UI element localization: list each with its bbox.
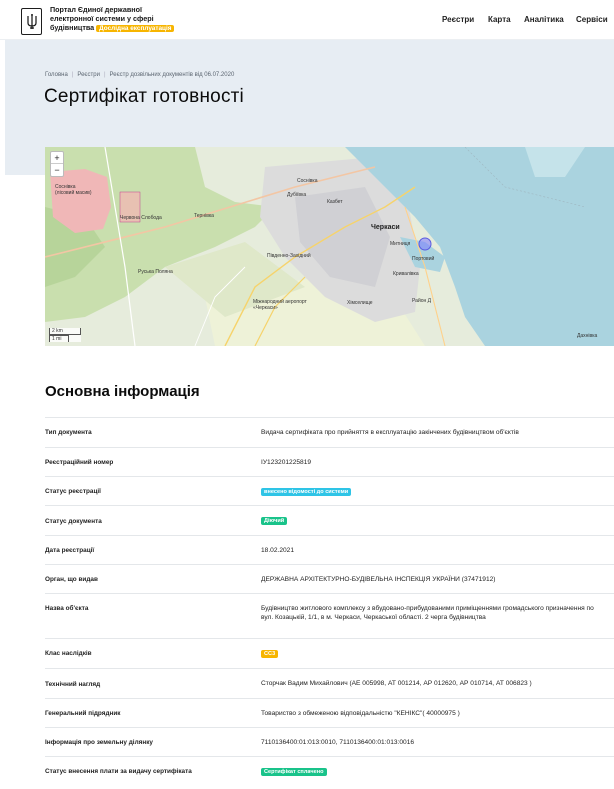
map-label: Червона Слобода <box>120 215 162 221</box>
nav-services[interactable]: Сервіси <box>576 15 608 24</box>
map-label: Казбет <box>327 199 343 205</box>
map-label: Руська Поляна <box>138 269 173 275</box>
section-title: Основна інформація <box>45 383 200 400</box>
breadcrumb-permit-registry[interactable]: Реєстр дозвільних документів від 06.07.2… <box>110 72 235 78</box>
logo-line-3: будівництва <box>50 22 95 32</box>
row-label: Клас наслідків <box>45 650 92 657</box>
status-badge: внесено відомості до системи <box>261 488 352 496</box>
nav-registries[interactable]: Реєстри <box>442 15 474 24</box>
scale-km: 2 km <box>49 328 81 335</box>
row-label: Назва об'єкта <box>45 605 89 612</box>
row-value: Сертифікат сплачено <box>261 767 601 776</box>
breadcrumb-home[interactable]: Головна <box>45 72 68 78</box>
map-label: Портовий <box>412 256 435 262</box>
info-row-reg-number: Реєстраційний номер ІУ123201225819 <box>45 447 614 476</box>
row-value: ДЕРЖАВНА АРХІТЕКТУРНО-БУДІВЕЛЬНА ІНСПЕКЦ… <box>261 576 496 583</box>
info-row-reg-status: Статус реєстрації внесено відомості до с… <box>45 476 614 505</box>
map-tiles <box>45 147 614 346</box>
zoom-in-button[interactable]: + <box>51 152 63 164</box>
portal-name[interactable]: Портал Єдиної державної електронної сист… <box>50 5 190 33</box>
row-label: Статус документа <box>45 518 102 525</box>
map-scale: 2 km 1 mi <box>49 328 81 342</box>
row-label: Тип документа <box>45 429 92 436</box>
info-row-document-type: Тип документа Видача сертифіката про при… <box>45 417 614 447</box>
map-label: Дахнівка <box>577 333 598 339</box>
row-label: Дата реєстрації <box>45 547 95 554</box>
map-label: Кривалівка <box>393 271 419 277</box>
zoom-out-button[interactable]: − <box>51 164 63 176</box>
map-label: Хімселище <box>347 300 373 306</box>
map-label: Район Д <box>412 298 432 304</box>
site-header: Портал Єдиної державної електронної сист… <box>0 0 614 40</box>
map-zoom-control: + − <box>50 151 64 177</box>
row-label: Статус внесення плати за видачу сертифік… <box>45 768 192 775</box>
info-row-consequence-class: Клас наслідків СС3 <box>45 638 614 668</box>
row-label: Орган, що видав <box>45 576 98 583</box>
map-label: Соснівка (лісовий масив) <box>55 184 92 196</box>
row-value: СС3 <box>261 649 601 658</box>
map-label: Тернівка <box>194 213 214 219</box>
scale-mi: 1 mi <box>49 335 69 342</box>
row-label: Інформація про земельну ділянку <box>45 739 153 746</box>
info-row-doc-status: Статус документа Діючий <box>45 505 614 535</box>
row-value: Видача сертифіката про прийняття в експл… <box>261 429 519 436</box>
info-row-tech-supervision: Технічний нагляд Сторчак Вадим Михайлови… <box>45 668 614 698</box>
info-row-reg-date: Дата реєстрації 18.02.2021 <box>45 535 614 564</box>
breadcrumb-registries[interactable]: Реєстри <box>77 72 100 78</box>
row-value: Будівництво житлового комплексу з вбудов… <box>261 605 594 621</box>
class-badge: СС3 <box>261 650 279 658</box>
row-value: Товариство з обмеженою відповідальністю … <box>261 710 460 717</box>
map-label: Митниця <box>390 241 411 247</box>
info-row-general-contractor: Генеральний підрядник Товариство з обмеж… <box>45 698 614 727</box>
status-badge: Сертифікат сплачено <box>261 768 327 776</box>
info-row-land-plot: Інформація про земельну ділянку 71101364… <box>45 727 614 756</box>
nav-map[interactable]: Карта <box>488 15 511 24</box>
row-label: Статус реєстрації <box>45 488 101 495</box>
info-row-object-name: Назва об'єкта Будівництво житлового комп… <box>45 593 614 638</box>
row-value: внесено відомості до системи <box>261 487 601 496</box>
row-value: Сторчак Вадим Михайлович (АЕ 005998, АТ … <box>261 680 532 687</box>
row-label: Генеральний підрядник <box>45 710 121 717</box>
status-badge: Діючий <box>261 517 288 525</box>
nav-analytics[interactable]: Аналітика <box>524 15 564 24</box>
map-label-city: Черкаси <box>371 224 400 231</box>
map-label: Соснівка <box>297 178 318 184</box>
trident-logo-icon[interactable] <box>21 8 42 35</box>
page-title: Сертифікат готовності <box>44 86 244 107</box>
info-row-issuer: Орган, що видав ДЕРЖАВНА АРХІТЕКТУРНО-БУ… <box>45 564 614 593</box>
map-label: Міжнародний аеропорт «Черкаси» <box>253 299 307 311</box>
beta-badge: Дослідна експлуатація <box>96 24 175 32</box>
row-value: Діючий <box>261 516 601 525</box>
row-value: 7110136400:01:013:0010, 7110136400:01:01… <box>261 739 415 746</box>
map-label: Південно-Західний <box>267 253 311 259</box>
object-map[interactable]: + − 2 km 1 mi Черкаси Соснівка Казбет Ми… <box>45 147 614 346</box>
breadcrumb: Головна | Реєстри | Реєстр дозвільних докуме… <box>45 72 235 78</box>
map-label: Дубіївка <box>287 192 307 198</box>
row-label: Реєстраційний номер <box>45 459 114 466</box>
info-row-payment-status: Статус внесення плати за видачу сертифік… <box>45 756 614 789</box>
row-label: Технічний нагляд <box>45 681 101 688</box>
row-value: 18.02.2021 <box>261 547 295 554</box>
row-value: ІУ123201225819 <box>261 459 312 466</box>
